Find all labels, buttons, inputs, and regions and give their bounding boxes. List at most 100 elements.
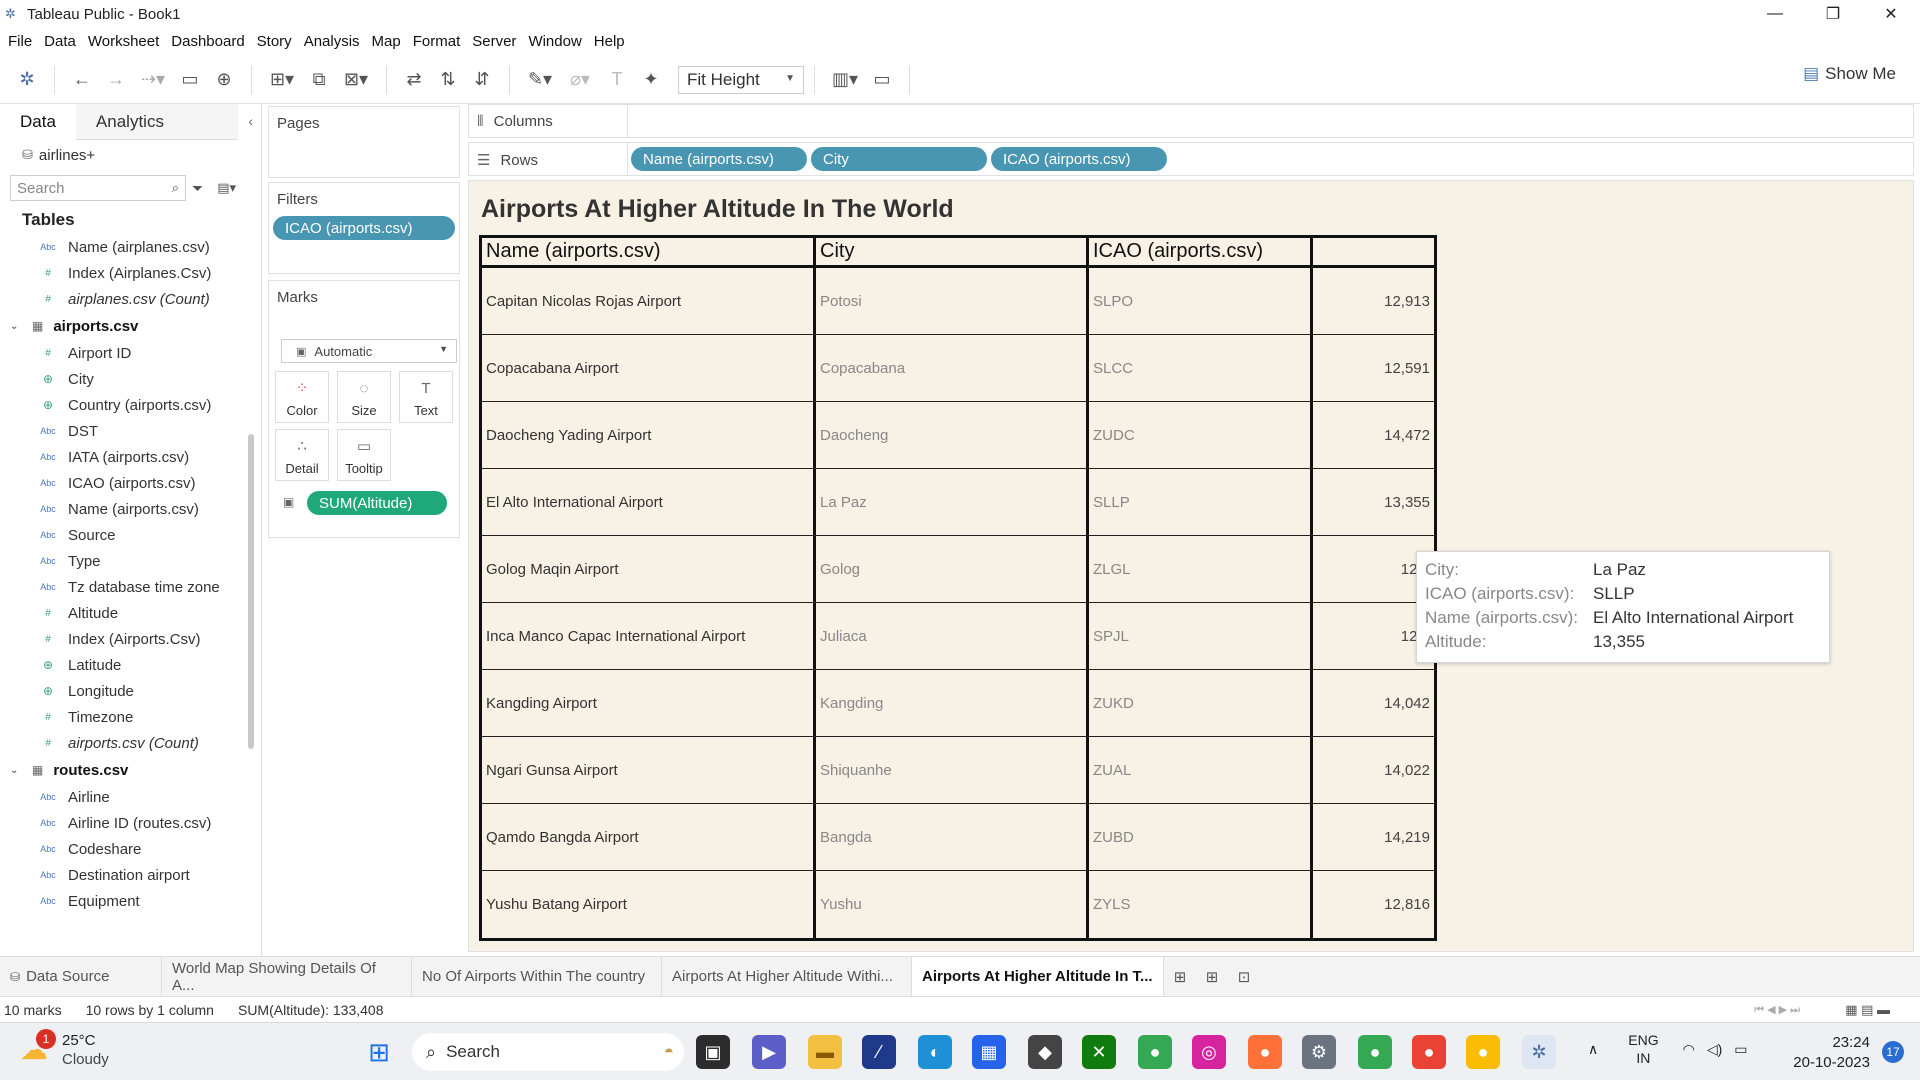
tab-world-map[interactable]: World Map Showing Details Of A... [162,956,412,997]
cell-name[interactable]: Inca Manco Capac International Airport [482,603,816,669]
cell-name[interactable]: Kangding Airport [482,670,816,736]
field-item[interactable]: Abc Source [0,522,261,548]
group-airports[interactable]: ⌄ ▦ airports.csv [0,312,261,340]
cell-city[interactable]: Golog [816,536,1089,602]
cell-icao[interactable]: SPJL [1089,603,1313,669]
table-row[interactable]: Capitan Nicolas Rojas Airport Potosi SLPO 1… [482,268,1434,335]
new-dashboard-icon[interactable]: ⊞ [1196,962,1228,992]
menu-map[interactable]: Map [366,28,407,56]
tab-higher-altitude-world[interactable]: Airports At Higher Altitude In T... [912,956,1164,997]
field-item[interactable]: # Airport ID [0,340,261,366]
teams-icon[interactable]: ▶ [752,1035,786,1069]
table-row[interactable]: Inca Manco Capac International Airport Ju… [482,603,1434,670]
tableau-home-icon[interactable]: ✲ [0,65,54,95]
cell-icao[interactable]: ZUKD [1089,670,1313,736]
new-worksheet-icon[interactable]: ⊞ [1164,962,1196,992]
table-row[interactable]: Kangding Airport Kangding ZUKD 14,042 [482,670,1434,737]
close-button[interactable]: ✕ [1862,0,1920,28]
field-item[interactable]: # Index (Airports.Csv) [0,626,261,652]
group-routes[interactable]: ⌄ ▦ routes.csv [0,756,261,784]
text-button[interactable]: T Text [399,371,453,423]
cell-name[interactable]: Daocheng Yading Airport [482,402,816,468]
cell-altitude[interactable]: 14,042 [1313,670,1434,736]
highlight-icon[interactable]: ✎▾ [520,65,560,95]
detail-button[interactable]: ∴ Detail [275,429,329,481]
cell-icao[interactable]: ZYLS [1089,871,1313,938]
field-item[interactable]: Abc Airline [0,784,261,810]
new-worksheet-icon[interactable]: ⊞▾ [262,65,302,95]
cell-city[interactable]: Copacabana [816,335,1089,401]
weather-widget[interactable]: ☁ 1 25°C Cloudy [20,1029,109,1069]
language-indicator[interactable]: ENG IN [1628,1031,1658,1067]
menu-window[interactable]: Window [522,28,587,56]
show-me-button[interactable]: ▤ Show Me [1803,64,1896,84]
cell-city[interactable]: Daocheng [816,402,1089,468]
replay-icon[interactable]: ⇢▾ [133,65,173,95]
scrollbar[interactable] [248,434,254,749]
table-row[interactable]: Daocheng Yading Airport Daocheng ZUDC 14,47… [482,402,1434,469]
header-altitude[interactable] [1313,238,1434,265]
restore-button[interactable]: ❐ [1804,0,1862,28]
rows-shelf[interactable]: ☰ Rows Name (airports.csv) City ICAO (air… [468,142,1914,176]
cell-name[interactable]: Yushu Batang Airport [482,871,816,938]
columns-shelf[interactable]: ⦀ Columns [468,104,1914,138]
field-item[interactable]: # Altitude [0,600,261,626]
chevron-up-icon[interactable]: ∧ [1588,1041,1598,1058]
cell-altitude[interactable]: 14,219 [1313,804,1434,870]
editor-icon[interactable]: ⁄ [862,1035,896,1069]
field-item[interactable]: ⊕ Country (airports.csv) [0,392,261,418]
field-item[interactable]: # Index (Airplanes.Csv) [0,260,261,286]
cell-name[interactable]: El Alto International Airport [482,469,816,535]
table-row[interactable]: Golog Maqin AirportGologZLGL12,4 [482,536,1434,603]
menu-file[interactable]: File [2,28,38,56]
wifi-icon[interactable]: ◠ [1683,1041,1695,1058]
cell-city[interactable]: Juliaca [816,603,1089,669]
field-item[interactable]: Abc IATA (airports.csv) [0,444,261,470]
chrome-profile-icon[interactable]: ● [1358,1035,1392,1069]
menu-analysis[interactable]: Analysis [298,28,366,56]
chrome-profile-icon[interactable]: ● [1466,1035,1500,1069]
cell-icao[interactable]: ZUBD [1089,804,1313,870]
field-item[interactable]: Abc DST [0,418,261,444]
group-icon[interactable]: ⌀▾ [560,65,600,95]
pin-icon[interactable]: ✦ [634,65,668,95]
cell-name[interactable]: Qamdo Bangda Airport [482,804,816,870]
row-pill-city[interactable]: City [811,147,987,171]
search-input[interactable]: Search ⌕ [10,175,186,201]
field-item[interactable]: ⊕ City [0,366,261,392]
cell-name[interactable]: Capitan Nicolas Rojas Airport [482,268,816,334]
xbox-icon[interactable]: ✕ [1082,1035,1116,1069]
cell-city[interactable]: La Paz [816,469,1089,535]
row-pill-name[interactable]: Name (airports.csv) [631,147,807,171]
redo-icon[interactable]: → [99,65,133,95]
task-view-icon[interactable]: ▣ [696,1035,730,1069]
field-item[interactable]: Abc Codeshare [0,836,261,862]
menu-dashboard[interactable]: Dashboard [165,28,250,56]
taskbar-search[interactable]: ⌕ Search ◓ [412,1033,684,1071]
table-row[interactable]: Qamdo Bangda Airport Bangda ZUBD 14,219 [482,804,1434,871]
presentation-icon[interactable]: ▭ [865,65,899,95]
header-name[interactable]: Name (airports.csv) [482,238,816,265]
new-story-icon[interactable]: ⊡ [1228,962,1260,992]
tooltip-button[interactable]: ▭ Tooltip [337,429,391,481]
card-icon[interactable]: ▥▾ [825,65,865,95]
labels-icon[interactable]: T [600,65,634,95]
menu-data[interactable]: Data [38,28,82,56]
chrome-profile-icon[interactable]: ● [1412,1035,1446,1069]
field-item[interactable]: Abc Name (airplanes.csv) [0,234,261,260]
settings-icon[interactable]: ⚙ [1302,1035,1336,1069]
firefox-icon[interactable]: ● [1248,1035,1282,1069]
table-row[interactable]: Copacabana Airport Copacabana SLCC 12,591 [482,335,1434,402]
cell-altitude[interactable]: 14,022 [1313,737,1434,803]
tableau-taskbar-icon[interactable]: ✲ [1522,1035,1556,1069]
clock[interactable]: 23:24 20-10-2023 [1786,1033,1870,1073]
mark-type-dropdown[interactable]: ▣ Automatic ▼ [281,339,457,363]
swap-icon[interactable]: ⇄ [397,65,431,95]
tab-higher-altitude-within[interactable]: Airports At Higher Altitude Withi... [662,956,912,997]
cell-altitude[interactable]: 12,591 [1313,335,1434,401]
duplicate-sheet-icon[interactable]: ⧉ [302,65,336,95]
chrome-icon[interactable]: ● [1138,1035,1172,1069]
file-explorer-icon[interactable]: ▬ [808,1035,842,1069]
field-item[interactable]: Abc Destination airport [0,862,261,888]
cell-city[interactable]: Bangda [816,804,1089,870]
